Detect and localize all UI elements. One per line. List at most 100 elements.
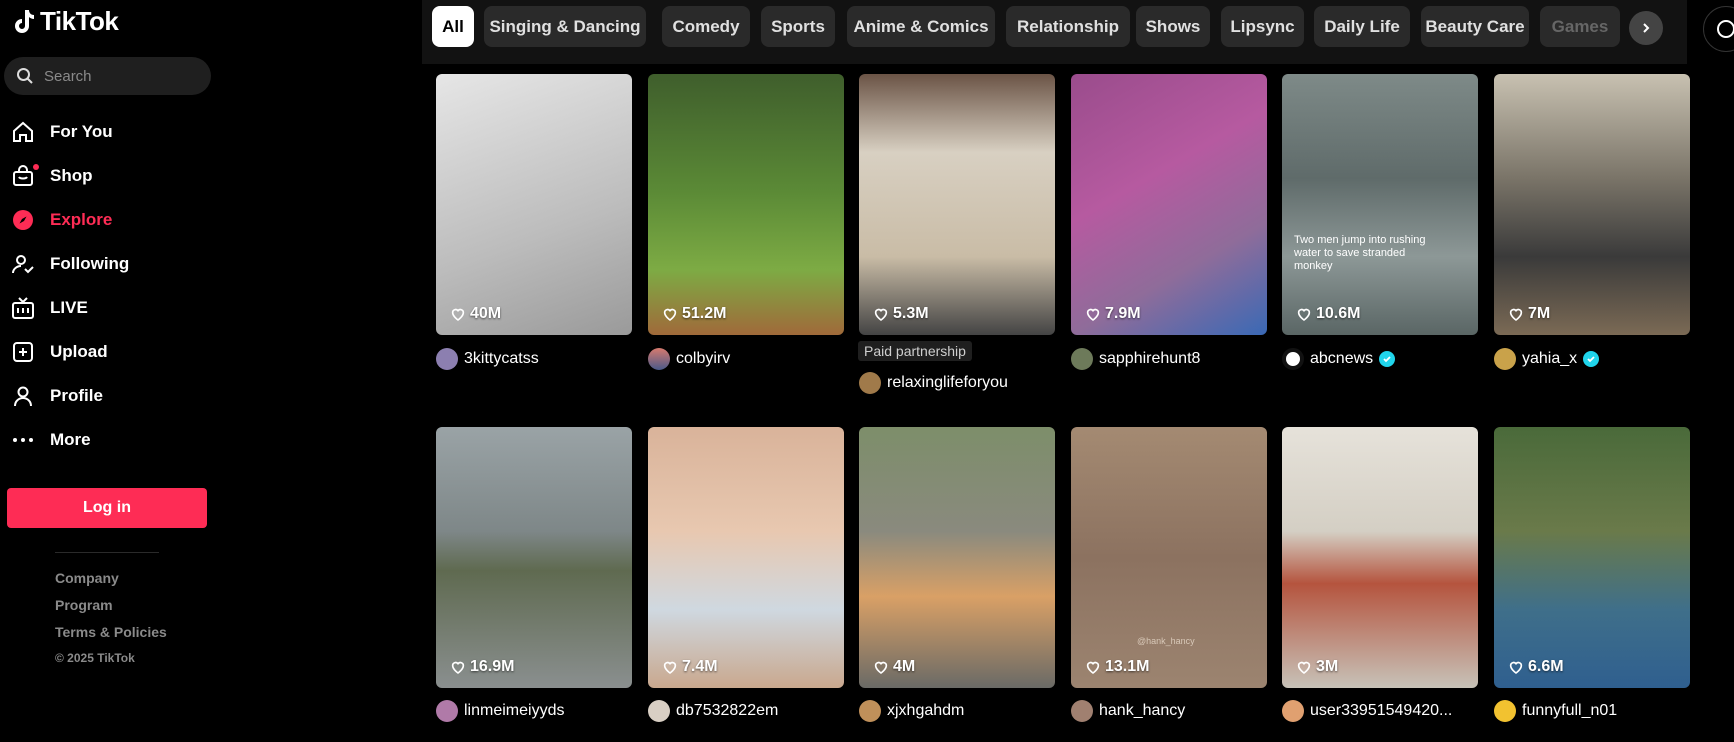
author-name: user33951549420... xyxy=(1310,702,1453,719)
nav-upload[interactable]: Upload xyxy=(10,330,129,374)
likes-count: 51.2M xyxy=(662,305,726,323)
video-card[interactable]: 16.9M xyxy=(436,427,632,688)
heart-icon xyxy=(1509,661,1523,675)
nav-label: Explore xyxy=(50,210,113,229)
likes-value: 13.1M xyxy=(1105,658,1150,675)
avatar xyxy=(648,700,670,722)
video-author[interactable]: funnyfull_n01 xyxy=(1494,700,1617,722)
nav-explore[interactable]: Explore xyxy=(10,198,129,242)
author-name: xjxhgahdm xyxy=(887,702,965,719)
compass-icon xyxy=(1717,20,1734,38)
category-beauty-care[interactable]: Beauty Care xyxy=(1421,6,1529,47)
video-card[interactable]: 4M xyxy=(859,427,1055,688)
category-anime-comics[interactable]: Anime & Comics xyxy=(847,6,995,47)
nav-label: Profile xyxy=(50,386,103,405)
author-name: sapphirehunt8 xyxy=(1099,350,1201,367)
verified-icon xyxy=(1379,351,1396,367)
author-name: relaxinglifeforyou xyxy=(887,374,1008,391)
video-card[interactable]: 6.6M xyxy=(1494,427,1690,688)
video-author[interactable]: relaxinglifeforyou xyxy=(859,372,1008,394)
video-card[interactable]: 51.2M xyxy=(648,74,844,335)
nav-shop[interactable]: Shop xyxy=(10,154,129,198)
video-author[interactable]: sapphirehunt8 xyxy=(1071,348,1200,370)
top-right-action-button[interactable] xyxy=(1703,6,1734,52)
category-sports[interactable]: Sports xyxy=(761,6,835,47)
video-author[interactable]: abcnews xyxy=(1282,348,1396,370)
tiktok-logo[interactable]: TikTok xyxy=(12,6,119,37)
nav-label: Upload xyxy=(50,342,108,361)
upload-icon xyxy=(10,339,36,365)
nav-label: Shop xyxy=(50,166,93,185)
likes-count: 16.9M xyxy=(450,658,514,676)
sidebar-footer: Company Program Terms & Policies © 2025 … xyxy=(55,570,167,678)
nav-label: Following xyxy=(50,254,130,273)
category-shows[interactable]: Shows xyxy=(1136,6,1210,47)
video-card[interactable]: Two men jump into rushing water to save … xyxy=(1282,74,1478,335)
category-games[interactable]: Games xyxy=(1540,6,1620,47)
avatar xyxy=(1494,348,1516,370)
heart-icon xyxy=(874,661,888,675)
author-name: linmeimeiyyds xyxy=(464,702,565,719)
heart-icon xyxy=(451,308,465,322)
video-author[interactable]: db7532822em xyxy=(648,700,778,722)
author-name: hank_hancy xyxy=(1099,702,1186,719)
video-caption-overlay: Two men jump into rushing water to save … xyxy=(1294,234,1426,272)
video-author[interactable]: linmeimeiyyds xyxy=(436,700,564,722)
heart-icon xyxy=(1086,661,1100,675)
video-card[interactable]: 5.3M xyxy=(859,74,1055,335)
avatar xyxy=(1494,700,1516,722)
video-author[interactable]: yahia_x xyxy=(1494,348,1600,370)
avatar xyxy=(1071,348,1093,370)
footer-company-link[interactable]: Company xyxy=(55,570,167,597)
video-card[interactable]: 3M xyxy=(1282,427,1478,688)
likes-count: 10.6M xyxy=(1296,305,1360,323)
heart-icon xyxy=(1509,308,1523,322)
nav-profile[interactable]: Profile xyxy=(10,374,129,418)
nav-label: More xyxy=(50,430,91,449)
likes-count: 6.6M xyxy=(1508,658,1564,676)
heart-icon xyxy=(663,661,677,675)
category-singing-dancing[interactable]: Singing & Dancing xyxy=(484,6,646,47)
footer-program-link[interactable]: Program xyxy=(55,597,167,624)
video-card[interactable]: 7.4M xyxy=(648,427,844,688)
following-icon xyxy=(10,251,36,277)
category-daily-life[interactable]: Daily Life xyxy=(1314,6,1410,47)
video-card[interactable]: 7.9M xyxy=(1071,74,1267,335)
video-author[interactable]: 3kittycatss xyxy=(436,348,539,370)
video-card[interactable]: 7M xyxy=(1494,74,1690,335)
footer-copyright: © 2025 TikTok xyxy=(55,651,135,665)
nav-for-you[interactable]: For You xyxy=(10,110,129,154)
heart-icon xyxy=(874,308,888,322)
search-input[interactable]: Search xyxy=(4,57,211,95)
likes-value: 4M xyxy=(893,658,916,675)
video-author[interactable]: hank_hancy xyxy=(1071,700,1185,722)
video-card[interactable]: @hank_hancy 13.1M xyxy=(1071,427,1267,688)
video-author[interactable]: user33951549420... xyxy=(1282,700,1452,722)
avatar xyxy=(648,348,670,370)
logo-text: TikTok xyxy=(40,6,119,36)
footer-terms-link[interactable]: Terms & Policies xyxy=(55,624,167,651)
category-bar: All Singing & Dancing Comedy Sports Anim… xyxy=(422,0,1687,64)
category-comedy[interactable]: Comedy xyxy=(662,6,750,47)
nav-label: For You xyxy=(50,122,113,141)
video-author[interactable]: xjxhgahdm xyxy=(859,700,964,722)
main-nav: For You Shop Explore Following LIVE Uplo… xyxy=(10,110,129,462)
likes-value: 7M xyxy=(1528,305,1551,322)
video-card[interactable]: 40M xyxy=(436,74,632,335)
more-icon xyxy=(10,427,36,453)
nav-following[interactable]: Following xyxy=(10,242,129,286)
category-next-button[interactable] xyxy=(1629,11,1663,45)
nav-live[interactable]: LIVE xyxy=(10,286,129,330)
nav-more[interactable]: More xyxy=(10,418,129,462)
author-name: abcnews xyxy=(1310,350,1374,367)
likes-value: 7.9M xyxy=(1105,305,1141,322)
category-all[interactable]: All xyxy=(432,6,474,47)
avatar xyxy=(436,348,458,370)
likes-count: 7M xyxy=(1508,305,1550,323)
category-relationship[interactable]: Relationship xyxy=(1006,6,1130,47)
video-author[interactable]: colbyirv xyxy=(648,348,730,370)
login-button[interactable]: Log in xyxy=(7,488,207,528)
watermark-text: @hank_hancy xyxy=(1137,636,1195,646)
category-lipsync[interactable]: Lipsync xyxy=(1221,6,1304,47)
likes-count: 7.4M xyxy=(662,658,718,676)
